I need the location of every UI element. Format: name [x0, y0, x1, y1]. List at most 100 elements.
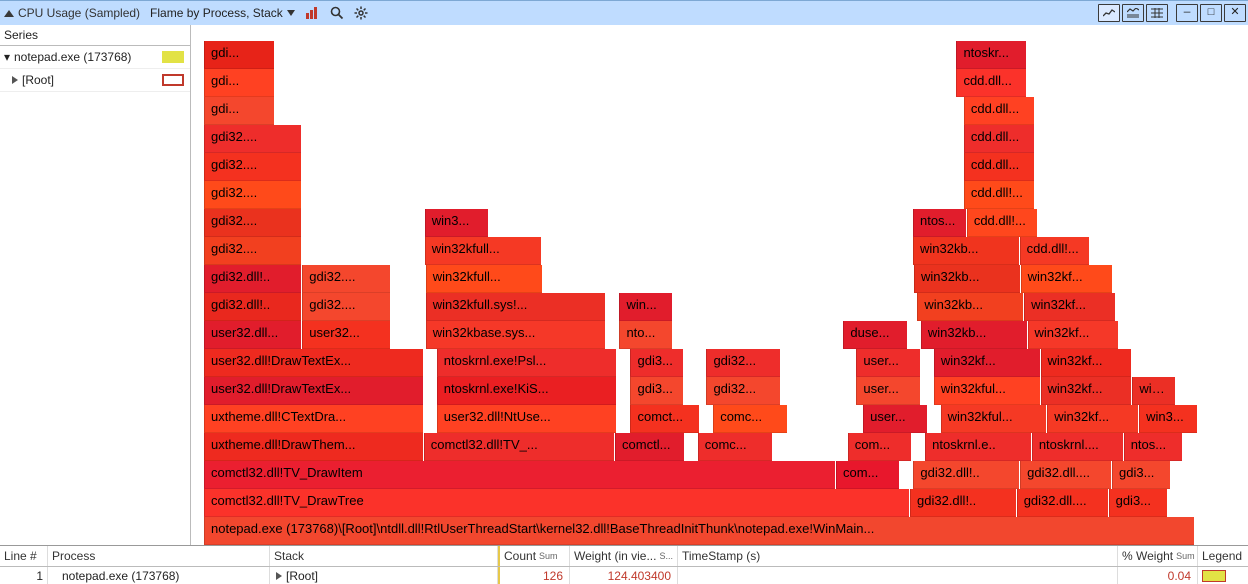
flame-frame[interactable]: win32kbase.sys... [426, 321, 606, 349]
series-item-root[interactable]: [Root] [0, 69, 190, 92]
flame-frame[interactable]: cdd.dll... [964, 97, 1034, 125]
flame-frame[interactable]: user32.dll... [204, 321, 301, 349]
flame-frame[interactable]: gdi32.dll!.. [910, 489, 1016, 517]
flame-frame[interactable]: win32kfull.sys!... [426, 293, 606, 321]
flame-frame[interactable]: win32kb... [917, 293, 1023, 321]
flame-frame[interactable]: ntoskrnl.... [1032, 433, 1123, 461]
flame-frame[interactable]: user32.dll!DrawTextEx... [204, 349, 423, 377]
flame-frame[interactable]: ntoskrnl.exe!Psl... [437, 349, 617, 377]
flame-frame[interactable]: cdd.dll!... [967, 209, 1037, 237]
flame-frame[interactable]: win32kfull... [425, 237, 541, 265]
preset-dropdown[interactable]: Flame by Process, Stack [146, 5, 299, 21]
col-timestamp[interactable]: TimeStamp (s) [678, 546, 1118, 566]
flame-frame[interactable]: win3... [1139, 405, 1197, 433]
flame-chart[interactable]: gdi... ntoskr... gdi... cdd.dll... gdi... cdd… [191, 25, 1248, 545]
flame-frame[interactable]: user... [856, 377, 919, 405]
flame-frame[interactable]: gdi32.... [204, 209, 301, 237]
flame-frame[interactable]: win32kf... [1028, 321, 1119, 349]
flame-frame[interactable]: win3... [425, 209, 488, 237]
flame-frame[interactable]: comctl... [615, 433, 684, 461]
flame-frame[interactable]: gdi3... [1109, 489, 1167, 517]
flame-frame[interactable]: gdi32... [706, 349, 780, 377]
gear-icon[interactable] [351, 4, 371, 22]
flame-frame[interactable]: win32kf... [1041, 349, 1132, 377]
col-count[interactable]: CountSum [498, 546, 570, 566]
flame-frame[interactable]: win32kful... [941, 405, 1047, 433]
view-table-only-icon[interactable] [1146, 4, 1168, 22]
maximize-icon[interactable]: □ [1200, 4, 1222, 22]
flame-frame[interactable]: gdi... [204, 69, 274, 97]
flame-frame[interactable]: gdi32.... [204, 237, 301, 265]
flame-frame[interactable]: win32kfull... [426, 265, 542, 293]
flame-frame[interactable]: nto... [619, 321, 672, 349]
flame-frame[interactable]: user32.dll!NtUse... [437, 405, 617, 433]
flame-frame[interactable]: win32kf... [1047, 405, 1138, 433]
cell-stack[interactable]: [Root] [270, 567, 498, 584]
flame-frame[interactable]: comc... [713, 405, 787, 433]
col-line[interactable]: Line # [0, 546, 48, 566]
flame-frame[interactable]: win32kf... [1024, 293, 1115, 321]
flame-frame[interactable]: gdi32.... [204, 153, 301, 181]
flame-frame[interactable]: cdd.dll... [964, 153, 1034, 181]
col-stack[interactable]: Stack [270, 546, 498, 566]
flame-frame[interactable]: ntos... [1124, 433, 1182, 461]
flame-frame[interactable]: ntos... [913, 209, 966, 237]
flame-frame[interactable]: win32kb... [921, 321, 1027, 349]
flame-frame[interactable]: win32kf... [934, 349, 1040, 377]
flame-frame[interactable]: comc... [698, 433, 772, 461]
flame-frame[interactable]: uxtheme.dll!CTextDra... [204, 405, 423, 433]
flame-frame[interactable]: gdi3... [630, 349, 683, 377]
flame-frame[interactable]: com... [836, 461, 899, 489]
flame-frame[interactable]: cdd.dll!... [964, 181, 1034, 209]
flame-frame[interactable]: uxtheme.dll!DrawThem... [204, 433, 423, 461]
flame-frame[interactable]: gdi... [204, 97, 274, 125]
flame-frame[interactable]: gdi32.... [302, 265, 390, 293]
flame-frame[interactable]: ntoskr... [956, 41, 1026, 69]
flame-frame[interactable]: win32kb... [913, 237, 1019, 265]
view-chart-only-icon[interactable] [1098, 4, 1120, 22]
flame-frame[interactable]: gdi3... [1112, 461, 1170, 489]
flame-frame[interactable]: ntoskrnl.exe!KiS... [437, 377, 617, 405]
flame-frame[interactable]: user... [856, 349, 919, 377]
col-legend[interactable]: Legend [1198, 546, 1248, 566]
search-icon[interactable] [327, 4, 347, 22]
flame-frame[interactable]: gdi... [204, 41, 274, 69]
flame-frame[interactable]: user32.dll!DrawTextEx... [204, 377, 423, 405]
flame-frame[interactable]: gdi32.dll.... [1020, 461, 1111, 489]
flame-frame[interactable]: gdi32.dll!.. [204, 293, 301, 321]
flame-frame[interactable]: gdi32.... [204, 181, 301, 209]
flame-frame[interactable]: duse... [843, 321, 906, 349]
flame-frame[interactable]: cdd.dll... [956, 69, 1026, 97]
flame-frame[interactable]: comctl32.dll!TV_... [424, 433, 614, 461]
flame-frame[interactable]: cdd.dll... [964, 125, 1034, 153]
chart-icon[interactable] [303, 4, 323, 22]
flame-frame[interactable]: gdi32.... [204, 125, 301, 153]
col-weight[interactable]: Weight (in vie...S... [570, 546, 678, 566]
flame-frame[interactable]: comctl32.dll!TV_DrawItem [204, 461, 835, 489]
table-row[interactable]: 1 notepad.exe (173768) [Root] 126 124.40… [0, 567, 1248, 584]
flame-frame[interactable]: win32kf... [1041, 377, 1132, 405]
flame-frame[interactable]: win... [1132, 377, 1174, 405]
flame-frame[interactable]: gdi32.dll.... [1017, 489, 1108, 517]
flame-frame[interactable]: gdi3... [630, 377, 683, 405]
flame-frame[interactable]: ntoskrnl.e.. [925, 433, 1031, 461]
minimize-icon[interactable]: — [1176, 4, 1198, 22]
series-item-process[interactable]: ▾ notepad.exe (173768) [0, 46, 190, 69]
flame-frame[interactable]: gdi32.dll!.. [204, 265, 301, 293]
view-chart-table-icon[interactable] [1122, 4, 1144, 22]
col-pctweight[interactable]: % WeightSum [1118, 546, 1198, 566]
collapse-triangle-icon[interactable] [4, 10, 14, 17]
flame-frame[interactable]: cdd.dll!... [1020, 237, 1090, 265]
flame-frame[interactable]: gdi32.... [302, 293, 390, 321]
flame-frame[interactable]: user32... [302, 321, 390, 349]
flame-frame[interactable]: win32kf... [1021, 265, 1112, 293]
col-process[interactable]: Process [48, 546, 270, 566]
flame-frame[interactable]: gdi32.dll!.. [913, 461, 1019, 489]
flame-frame[interactable]: com... [848, 433, 911, 461]
flame-frame[interactable]: win32kful... [934, 377, 1040, 405]
flame-frame[interactable]: notepad.exe (173768)\[Root]\ntdll.dll!Rt… [204, 517, 1194, 545]
flame-frame[interactable]: user... [863, 405, 926, 433]
flame-frame[interactable]: win... [619, 293, 672, 321]
close-icon[interactable]: ✕ [1224, 4, 1246, 22]
flame-frame[interactable]: gdi32... [706, 377, 780, 405]
